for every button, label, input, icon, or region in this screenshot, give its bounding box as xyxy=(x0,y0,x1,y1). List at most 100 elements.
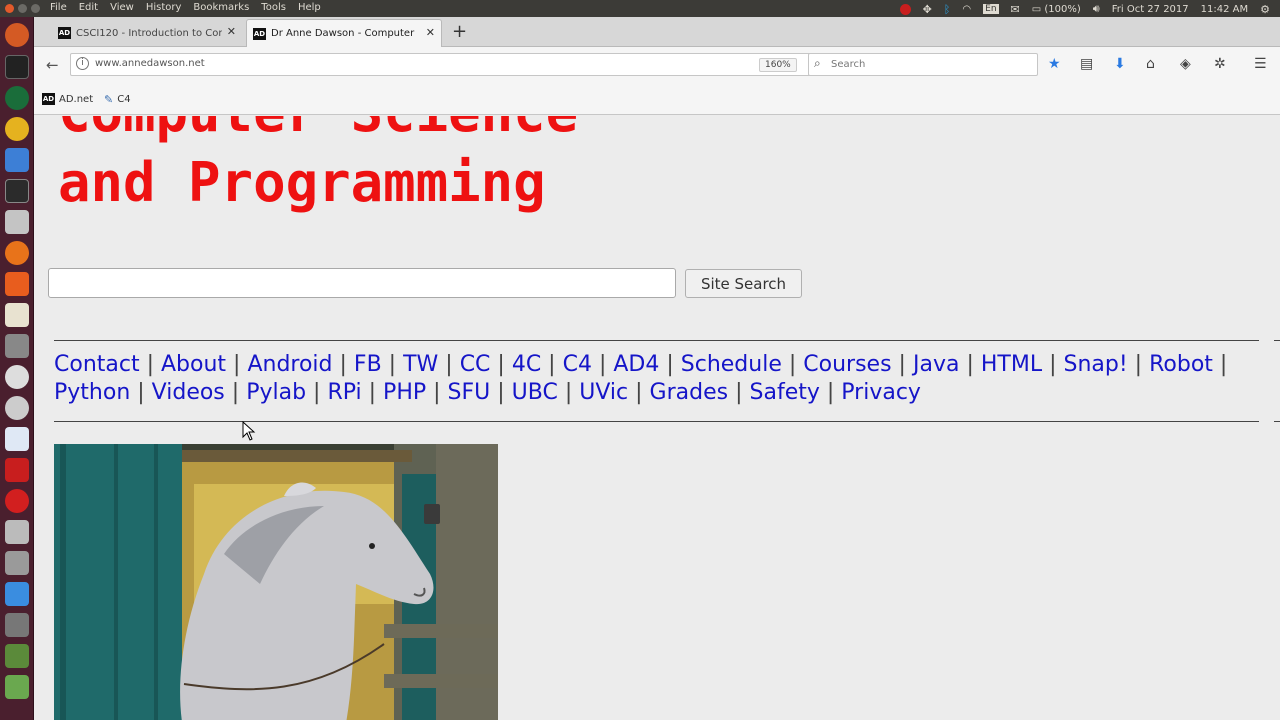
nav-link-safety[interactable]: Safety xyxy=(750,380,820,405)
new-tab-plus-icon[interactable]: + xyxy=(452,21,467,42)
nav-link-contact[interactable]: Contact xyxy=(54,352,140,377)
url-text: www.annedawson.net xyxy=(95,58,205,69)
edge-tick xyxy=(1274,421,1280,422)
media-player-icon[interactable] xyxy=(5,489,29,513)
close-icon[interactable]: ✕ xyxy=(227,25,236,38)
close-icon[interactable]: ✕ xyxy=(426,26,435,39)
window-maximize-icon[interactable] xyxy=(31,4,40,13)
bookmark-c4[interactable]: ✎ C4 xyxy=(104,93,131,106)
reading-list-icon[interactable]: ▤ xyxy=(1080,56,1093,72)
back-arrow-icon[interactable]: ← xyxy=(46,56,59,74)
nav-link-snap[interactable]: Snap! xyxy=(1064,352,1128,377)
search-icon: ⌕ xyxy=(814,56,821,70)
filezilla-icon[interactable] xyxy=(5,458,29,482)
nav-link-sfu[interactable]: SFU xyxy=(448,380,491,405)
nav-link-fb[interactable]: FB xyxy=(354,352,382,377)
nav-link-videos[interactable]: Videos xyxy=(152,380,225,405)
document-viewer-icon[interactable] xyxy=(5,272,29,296)
nav-separator: | xyxy=(381,352,404,377)
nav-link-tw[interactable]: TW xyxy=(403,352,438,377)
calculator-icon[interactable] xyxy=(5,520,29,544)
mail-icon[interactable]: ✉ xyxy=(1011,3,1020,16)
text-editor-icon[interactable] xyxy=(5,303,29,327)
chrome-icon[interactable] xyxy=(5,117,29,141)
word-processor-icon[interactable] xyxy=(5,427,29,451)
record-indicator-icon[interactable] xyxy=(899,3,911,15)
drive-icon[interactable] xyxy=(5,396,29,420)
home-icon[interactable]: ⌂ xyxy=(1146,56,1155,72)
nav-link-privacy[interactable]: Privacy xyxy=(841,380,921,405)
network-icon[interactable] xyxy=(5,644,29,668)
system-monitor-icon[interactable] xyxy=(5,179,29,203)
python-ide-icon[interactable] xyxy=(5,148,29,172)
nav-link-c4[interactable]: C4 xyxy=(563,352,592,377)
ad-favicon-icon: AD xyxy=(253,28,266,40)
hamburger-menu-icon[interactable]: ☰ xyxy=(1254,56,1267,72)
file-manager-icon[interactable] xyxy=(5,210,29,234)
nav-link-courses[interactable]: Courses xyxy=(803,352,891,377)
menu-history[interactable]: History xyxy=(146,2,182,13)
site-nav-links: Contact | About | Android | FB | TW | CC… xyxy=(54,351,1264,407)
nav-link-rpi[interactable]: RPi xyxy=(327,380,361,405)
site-search-input[interactable] xyxy=(48,268,676,298)
window-close-icon[interactable] xyxy=(5,4,14,13)
date-label[interactable]: Fri Oct 27 2017 xyxy=(1112,4,1189,15)
nav-link-android[interactable]: Android xyxy=(247,352,332,377)
pocket-icon[interactable]: ◈ xyxy=(1180,56,1191,72)
downloads-arrow-icon[interactable]: ⬇ xyxy=(1114,56,1126,72)
time-label[interactable]: 11:42 AM xyxy=(1201,4,1248,15)
workspace-switcher-icon[interactable] xyxy=(5,675,29,699)
extension-icon[interactable]: ✲ xyxy=(1214,56,1226,72)
terminal-icon[interactable] xyxy=(5,55,29,79)
nav-link-4c[interactable]: 4C xyxy=(512,352,541,377)
power-gear-icon[interactable]: ⚙ xyxy=(1260,3,1270,16)
help-icon[interactable] xyxy=(5,334,29,358)
tab-csci120[interactable]: AD CSCI120 - Introduction to Comp ✕ xyxy=(52,19,242,47)
skype-icon[interactable] xyxy=(5,582,29,606)
zoom-level-button[interactable]: 160% xyxy=(759,58,797,72)
wifi-icon[interactable]: ◠ xyxy=(962,4,971,15)
nav-link-about[interactable]: About xyxy=(161,352,226,377)
nav-link-php[interactable]: PHP xyxy=(383,380,426,405)
bluetooth-icon[interactable]: ᛒ xyxy=(944,3,951,16)
window-minimize-icon[interactable] xyxy=(18,4,27,13)
nav-link-grades[interactable]: Grades xyxy=(650,380,729,405)
screenshot-icon[interactable] xyxy=(5,613,29,637)
nav-separator: | xyxy=(541,352,563,377)
nav-link-java[interactable]: Java xyxy=(913,352,959,377)
menu-tools[interactable]: Tools xyxy=(261,2,286,13)
bookmark-star-icon[interactable]: ★ xyxy=(1048,56,1061,72)
info-icon[interactable]: i xyxy=(76,57,89,70)
keyboard-layout-indicator[interactable]: En xyxy=(983,4,999,14)
dash-home-icon[interactable] xyxy=(5,23,29,47)
menu-file[interactable]: File xyxy=(50,2,67,13)
disk-icon[interactable] xyxy=(5,365,29,389)
tab-anne-dawson[interactable]: AD Dr Anne Dawson - Computer Sc ✕ xyxy=(246,19,442,47)
site-search-button[interactable]: Site Search xyxy=(685,269,802,298)
dropbox-icon[interactable]: ✥ xyxy=(923,3,932,16)
nav-link-cc[interactable]: CC xyxy=(460,352,491,377)
nav-link-pylab[interactable]: Pylab xyxy=(246,380,306,405)
nav-link-uvic[interactable]: UVic xyxy=(579,380,628,405)
nav-link-ubc[interactable]: UBC xyxy=(512,380,558,405)
nav-link-schedule[interactable]: Schedule xyxy=(681,352,782,377)
nav-link-html[interactable]: HTML xyxy=(981,352,1042,377)
menu-help[interactable]: Help xyxy=(298,2,321,13)
search-input[interactable]: ⌕ Search xyxy=(808,53,1038,76)
nav-link-ad4[interactable]: AD4 xyxy=(613,352,659,377)
firefox-icon[interactable] xyxy=(5,241,29,265)
nav-link-python[interactable]: Python xyxy=(54,380,130,405)
menu-bookmarks[interactable]: Bookmarks xyxy=(193,2,249,13)
menu-edit[interactable]: Edit xyxy=(79,2,98,13)
page-title-line-1: Computer Science xyxy=(58,116,578,148)
battery-indicator[interactable]: ▭ (100%) xyxy=(1032,4,1081,15)
nav-link-robot[interactable]: Robot xyxy=(1149,352,1213,377)
settings-sliders-icon[interactable] xyxy=(5,551,29,575)
nav-separator: | xyxy=(490,380,512,405)
nav-separator: | xyxy=(306,380,328,405)
bookmark-ad-net[interactable]: AD AD.net xyxy=(42,93,93,105)
url-bar[interactable]: i www.annedawson.net 160% ↻ xyxy=(70,53,836,76)
menu-view[interactable]: View xyxy=(110,2,134,13)
volume-icon[interactable]: 🔊︎ xyxy=(1093,2,1100,16)
globe-browser-icon[interactable] xyxy=(5,86,29,110)
